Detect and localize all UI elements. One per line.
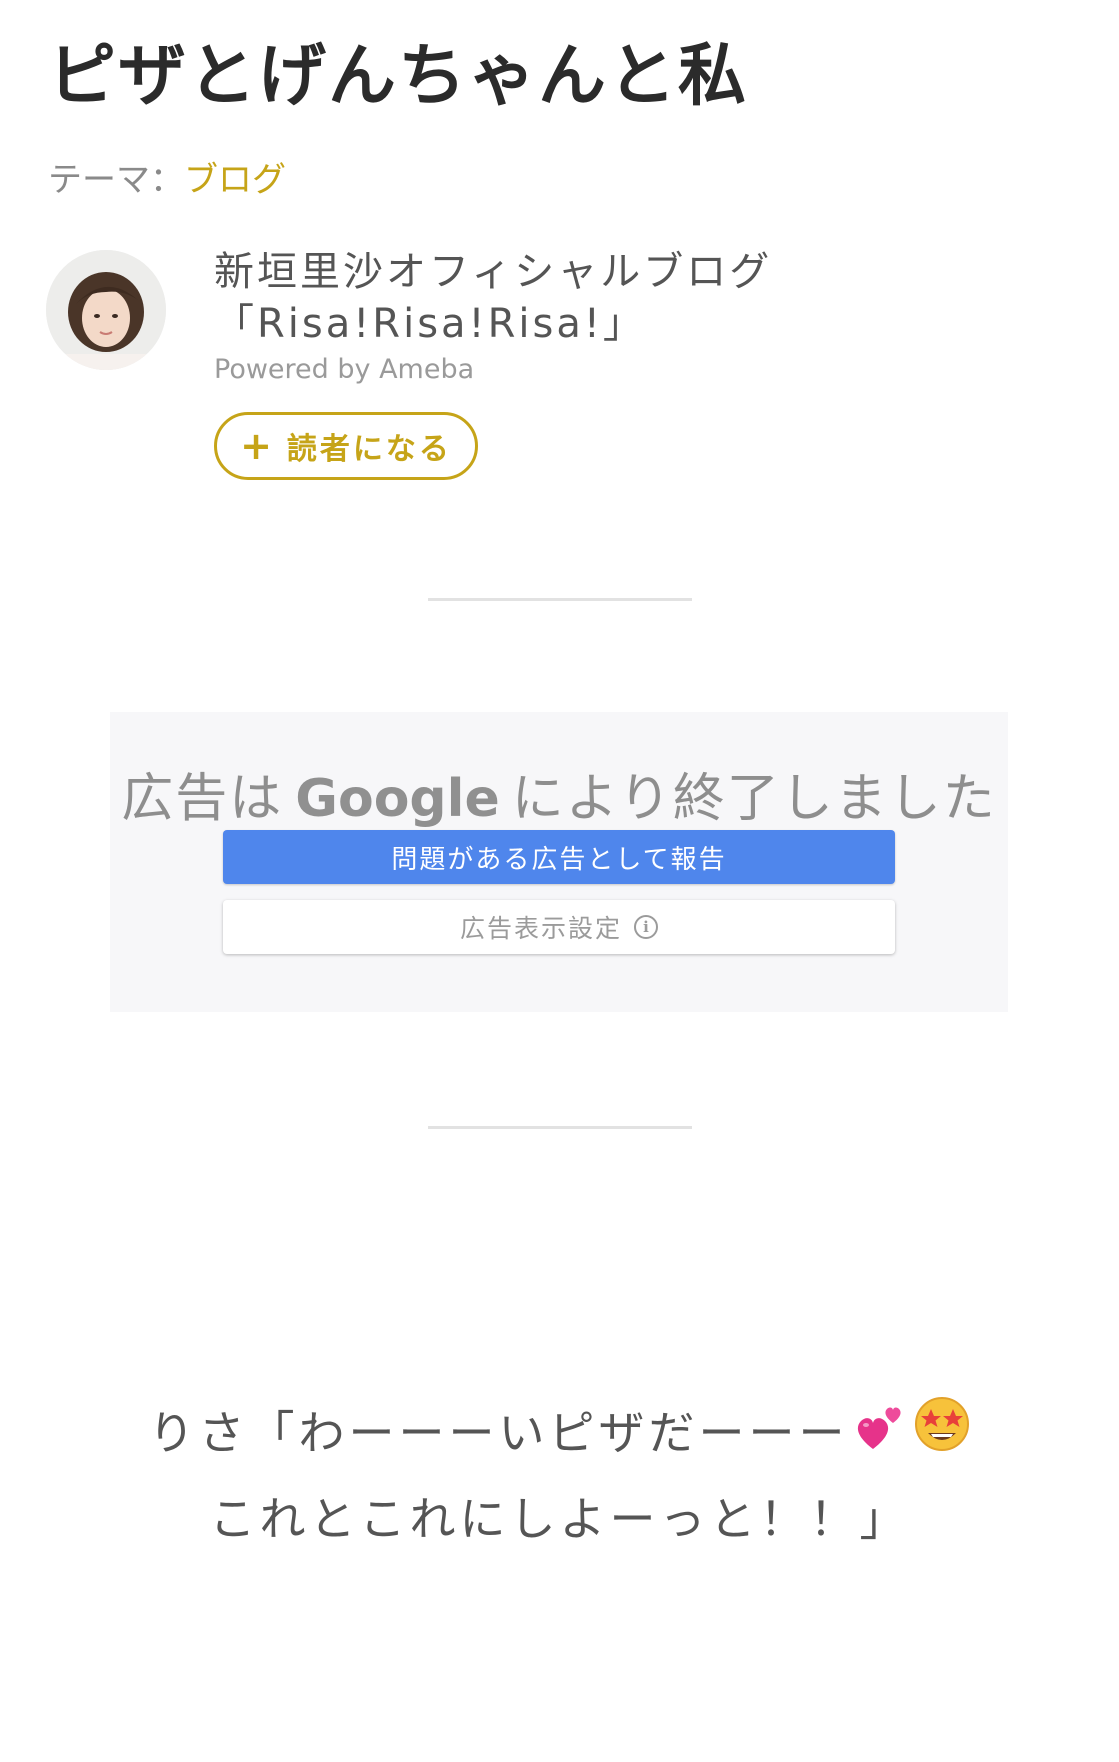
- theme-link[interactable]: ブログ: [184, 160, 286, 200]
- ad-closed-message: 広告は Google により終了しました: [110, 756, 1008, 831]
- star-struck-icon: [913, 1395, 971, 1478]
- follow-button[interactable]: + 読者になる: [214, 412, 478, 480]
- follow-button-label: 読者になる: [286, 432, 452, 467]
- plus-icon: +: [240, 424, 275, 468]
- google-logo: Google: [295, 769, 500, 829]
- post-line-1-text: りさ「わーーーいピザだーーー: [148, 1406, 849, 1460]
- two-hearts-icon: [853, 1396, 909, 1478]
- avatar-portrait: [46, 250, 166, 370]
- divider-bottom: [428, 1126, 692, 1129]
- report-ad-label: 問題がある広告として報告: [391, 844, 727, 875]
- info-icon: i: [634, 915, 658, 939]
- ad-settings-label: 広告表示設定: [459, 914, 622, 943]
- theme-label: テーマ：: [48, 160, 184, 200]
- theme-row: テーマ：ブログ: [48, 152, 286, 201]
- divider-top: [428, 598, 692, 601]
- blogger-avatar[interactable]: [46, 250, 166, 370]
- powered-by-text: Powered by Ameba: [214, 354, 475, 385]
- article-title: ピザとげんちゃんと私: [48, 37, 749, 116]
- post-line-2: これとこれにしよーっと！！」: [209, 1492, 910, 1546]
- ad-closed-prefix: 広告は: [121, 769, 284, 829]
- post-body: りさ「わーーーいピザだーーー これとこれにしよーっと！！」: [0, 1392, 1119, 1560]
- blog-name-line2: 「Risa!Risa!Risa!」: [214, 301, 646, 347]
- blog-name[interactable]: 新垣里沙オフィシャルブログ 「Risa!Risa!Risa!」: [214, 246, 1014, 350]
- ad-closed-suffix: により終了しました: [511, 769, 997, 829]
- ad-settings-button[interactable]: 広告表示設定 i: [223, 900, 895, 954]
- blog-name-line1: 新垣里沙オフィシャルブログ: [214, 249, 773, 295]
- report-ad-button[interactable]: 問題がある広告として報告: [223, 830, 895, 884]
- ad-container: 広告は Google により終了しました 問題がある広告として報告 広告表示設定 i: [110, 712, 1008, 1012]
- post-line-1: りさ「わーーーいピザだーーー: [0, 1392, 1119, 1478]
